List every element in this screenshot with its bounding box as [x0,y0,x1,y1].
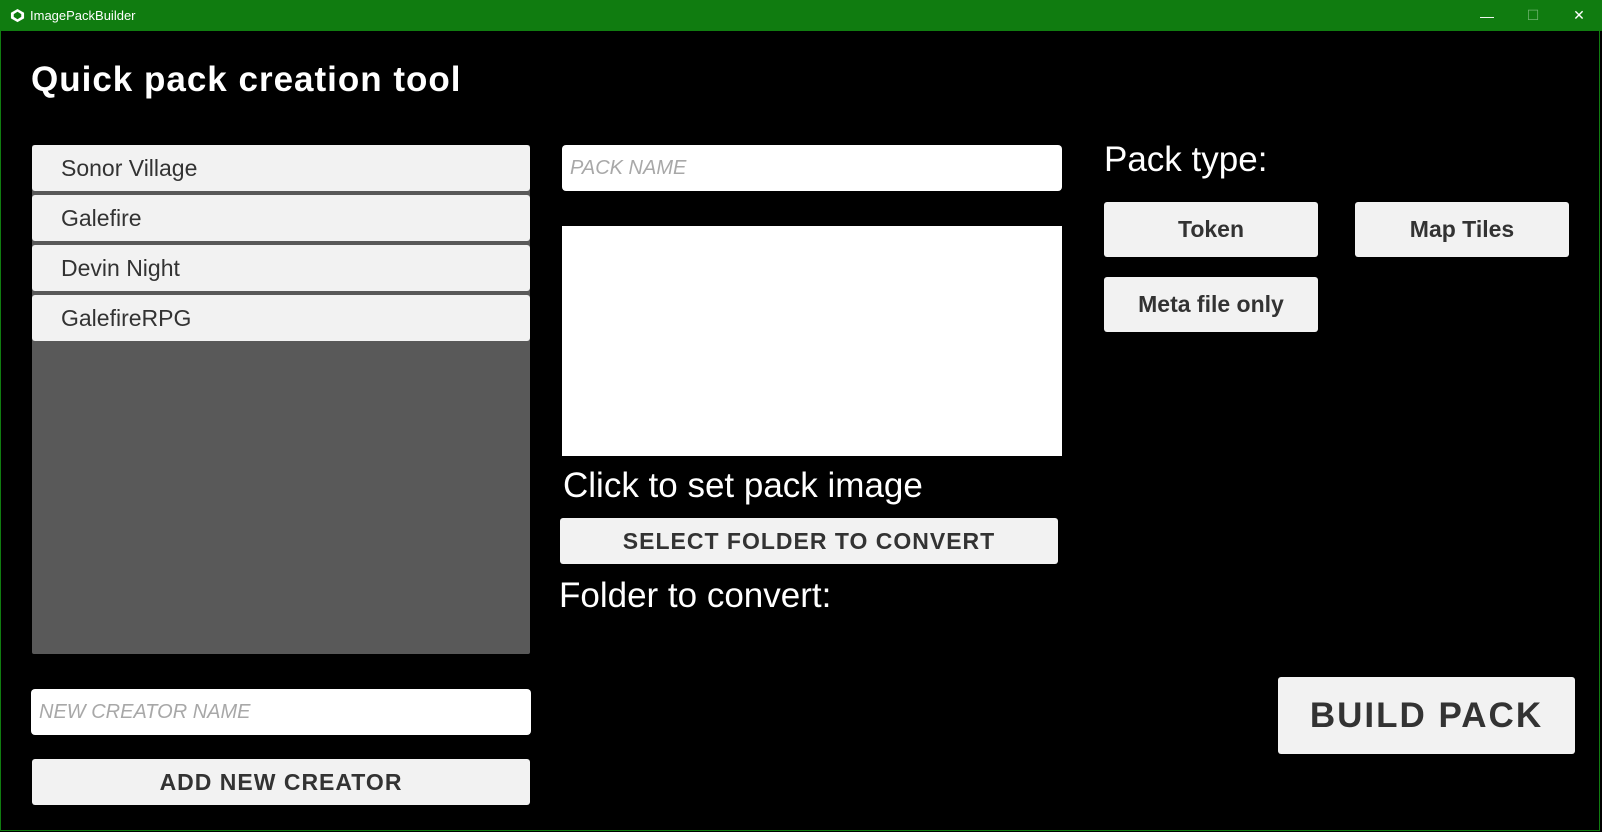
pack-image-picker[interactable] [562,226,1062,456]
page-title: Quick pack creation tool [31,60,462,99]
pack-type-token-button[interactable]: Token [1104,202,1318,257]
creator-item-galefire[interactable]: Galefire [32,195,530,241]
creator-list[interactable]: Sonor Village Galefire Devin Night Galef… [32,145,530,654]
unity-app-icon [10,8,25,23]
title-bar: ImagePackBuilder — ☐ ✕ [0,0,1602,31]
minimize-button[interactable]: — [1464,0,1510,31]
maximize-button[interactable]: ☐ [1510,0,1556,31]
new-creator-name-input[interactable]: NEW CREATOR NAME [31,689,531,735]
pack-type-label: Pack type: [1104,140,1268,179]
creator-item-devin-night[interactable]: Devin Night [32,245,530,291]
select-folder-button[interactable]: SELECT FOLDER TO CONVERT [560,518,1058,564]
creator-item-galefirerpg[interactable]: GalefireRPG [32,295,530,341]
close-button[interactable]: ✕ [1556,0,1602,31]
pack-name-input[interactable]: PACK NAME [562,145,1062,191]
window-title: ImagePackBuilder [30,8,136,23]
creator-item-sonor-village[interactable]: Sonor Village [32,145,530,191]
build-pack-button[interactable]: BUILD PACK [1278,677,1575,754]
pack-type-meta-file-button[interactable]: Meta file only [1104,277,1318,332]
pack-image-label: Click to set pack image [563,466,923,505]
add-new-creator-button[interactable]: ADD NEW CREATOR [32,759,530,805]
folder-to-convert-label: Folder to convert: [559,576,832,615]
pack-type-map-tiles-button[interactable]: Map Tiles [1355,202,1569,257]
